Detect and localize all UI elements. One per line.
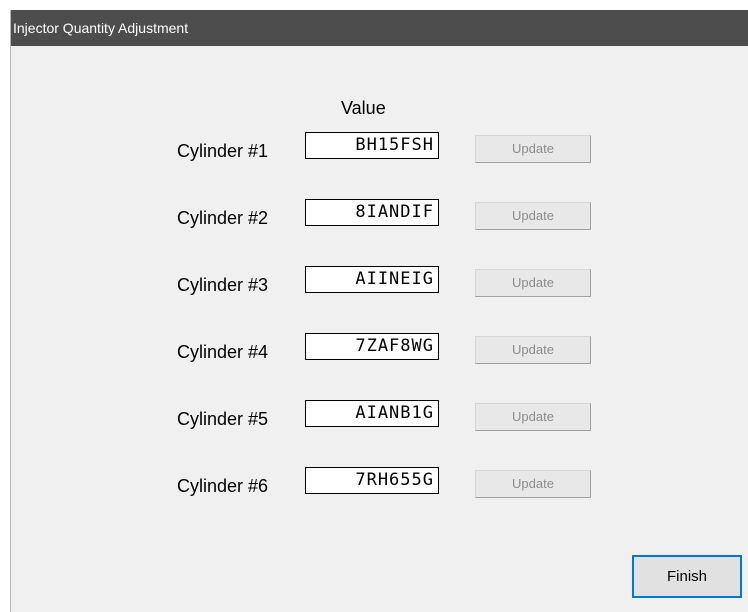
dialog-window: Injector Quantity Adjustment Value Cylin… <box>10 10 748 612</box>
cylinder-label: Cylinder #5 <box>177 409 269 429</box>
update-button[interactable]: Update <box>475 202 591 230</box>
cylinder-value-field[interactable]: AIANB1G <box>305 400 439 427</box>
update-button[interactable]: Update <box>475 135 591 163</box>
cylinder-label: Cylinder #1 <box>177 141 269 161</box>
cylinder-label: Cylinder #4 <box>177 342 269 362</box>
cylinder-row: Cylinder #1 BH15FSH Update <box>11 132 748 166</box>
value-column-header: Value <box>341 98 386 118</box>
cylinder-label: Cylinder #6 <box>177 476 269 496</box>
cylinder-row: Cylinder #5 AIANB1G Update <box>11 400 748 434</box>
cylinder-row: Cylinder #4 7ZAF8WG Update <box>11 333 748 367</box>
finish-button[interactable]: Finish <box>632 555 742 598</box>
cylinder-row: Cylinder #3 AIINEIG Update <box>11 266 748 300</box>
cylinder-value-field[interactable]: AIINEIG <box>305 266 439 293</box>
cylinder-value-field[interactable]: 8IANDIF <box>305 199 439 226</box>
title-bar[interactable]: Injector Quantity Adjustment <box>11 10 748 46</box>
update-button[interactable]: Update <box>475 269 591 297</box>
cylinder-row: Cylinder #2 8IANDIF Update <box>11 199 748 233</box>
cylinder-value-field[interactable]: 7RH655G <box>305 467 439 494</box>
cylinder-value-field[interactable]: 7ZAF8WG <box>305 333 439 360</box>
update-button[interactable]: Update <box>475 470 591 498</box>
update-button[interactable]: Update <box>475 403 591 431</box>
cylinder-row: Cylinder #6 7RH655G Update <box>11 467 748 501</box>
cylinder-value-field[interactable]: BH15FSH <box>305 132 439 159</box>
window-title: Injector Quantity Adjustment <box>13 20 189 36</box>
update-button[interactable]: Update <box>475 336 591 364</box>
cylinder-label: Cylinder #2 <box>177 208 269 228</box>
cylinder-label: Cylinder #3 <box>177 275 269 295</box>
